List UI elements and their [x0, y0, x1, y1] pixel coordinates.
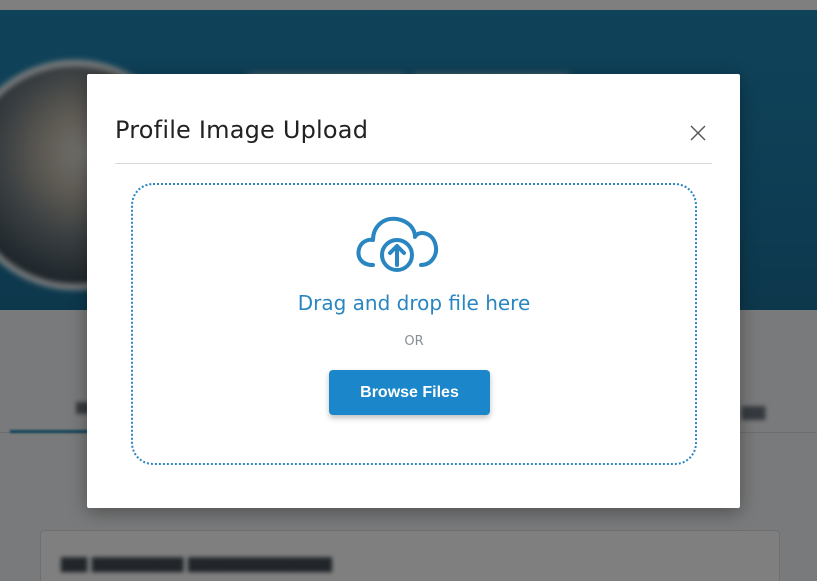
profile-image-upload-modal: Profile Image Upload Drag and drop file … — [87, 74, 740, 508]
browse-files-button[interactable]: Browse Files — [329, 370, 490, 415]
close-icon — [690, 125, 706, 141]
drop-label: Drag and drop file here — [297, 291, 531, 315]
file-dropzone[interactable]: Drag and drop file here OR Browse Files — [131, 183, 697, 465]
modal-divider — [115, 163, 712, 164]
modal-title: Profile Image Upload — [115, 116, 369, 144]
or-label: OR — [404, 334, 424, 349]
close-button[interactable] — [687, 122, 709, 144]
cloud-upload-icon — [356, 216, 438, 272]
